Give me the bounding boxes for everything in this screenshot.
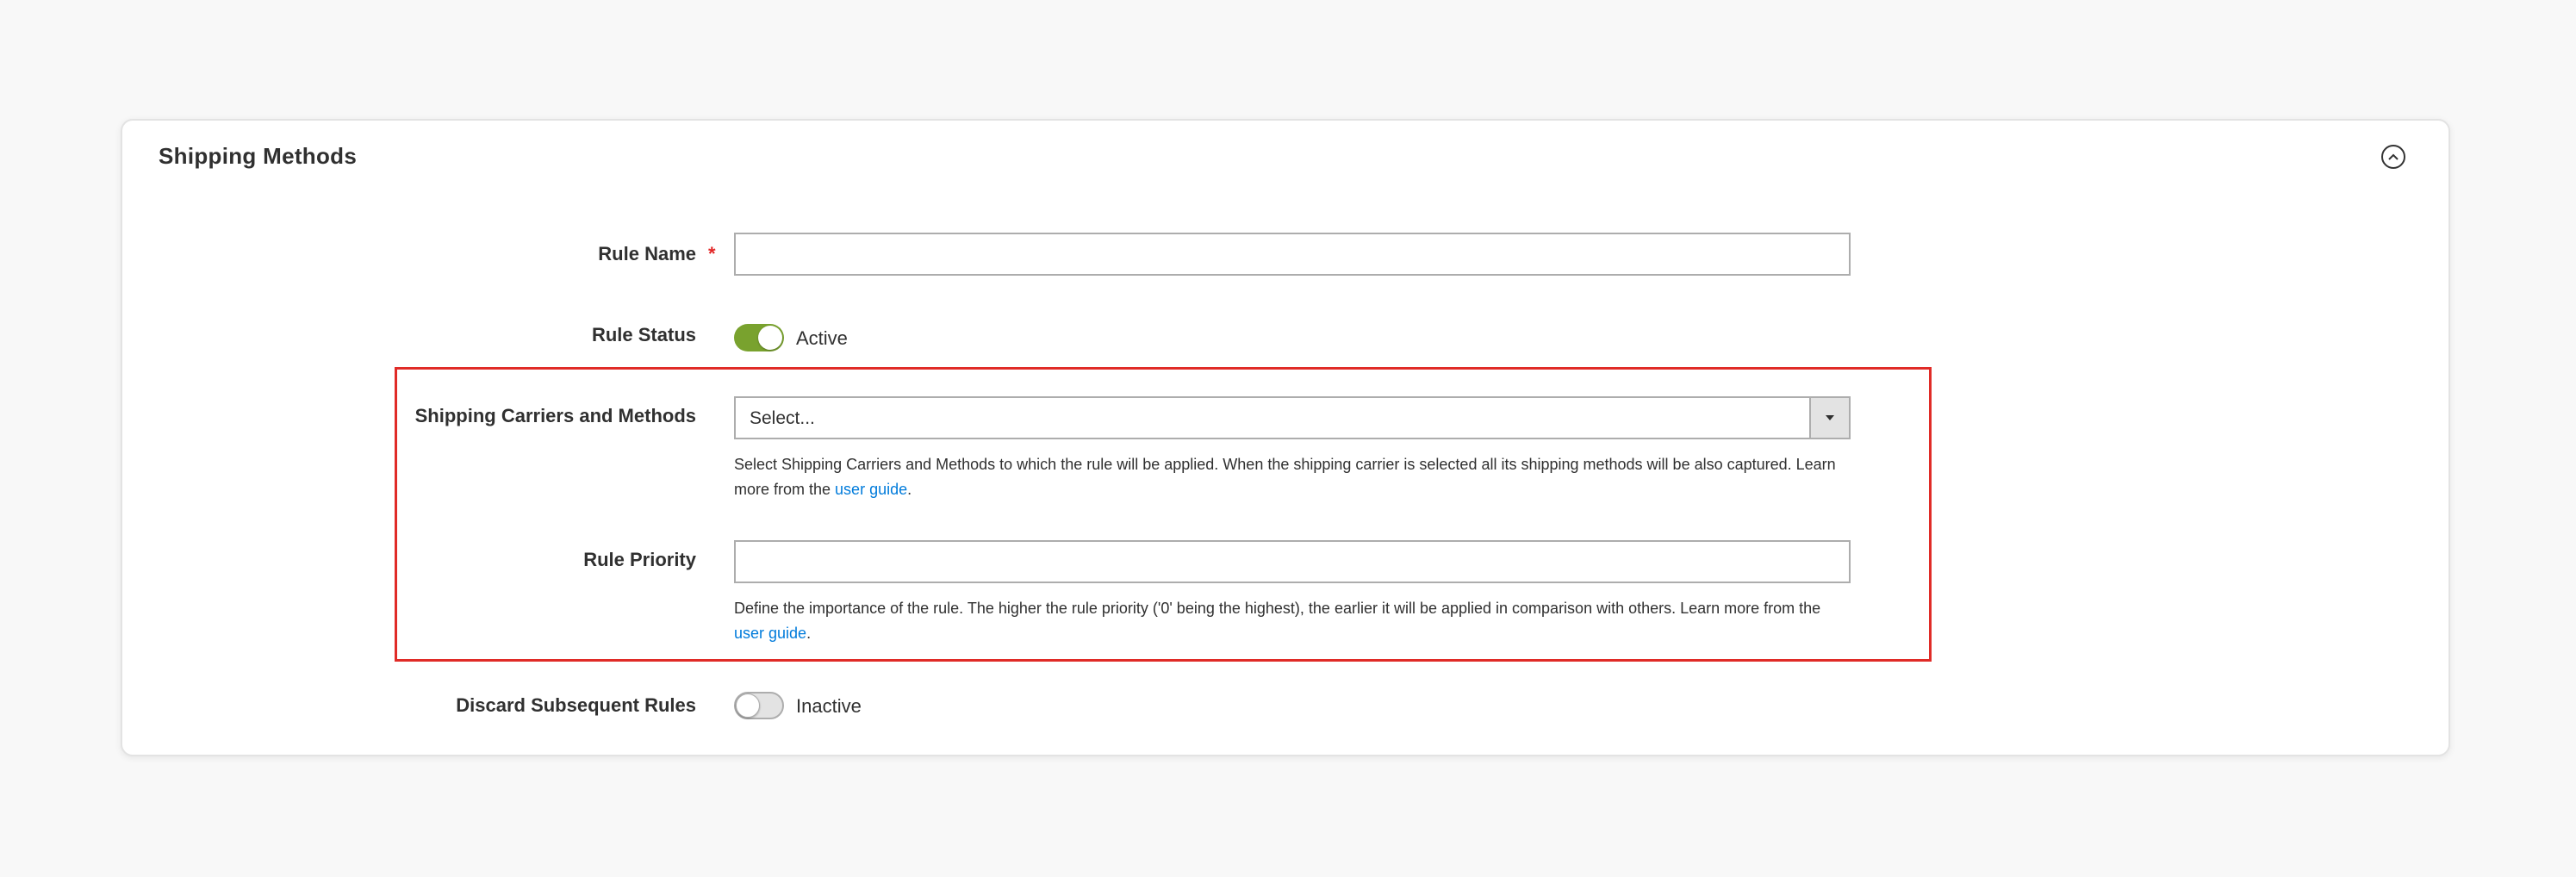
note-end: . [806, 625, 812, 642]
toggle-knob [758, 326, 782, 350]
discard-rules-text: Inactive [796, 695, 862, 717]
note-end: . [907, 481, 912, 498]
collapse-button[interactable] [2381, 145, 2405, 169]
discard-rules-label: Discard Subsequent Rules [456, 694, 696, 716]
user-guide-link[interactable]: user guide [835, 481, 907, 498]
rule-name-input[interactable] [734, 233, 1851, 276]
shipping-carriers-label: Shipping Carriers and Methods [414, 405, 696, 426]
rule-priority-input[interactable] [734, 540, 1851, 583]
note-text: Define the importance of the rule. The h… [734, 600, 1821, 617]
required-mark: * [708, 243, 716, 264]
rule-status-label: Rule Status [591, 324, 696, 345]
select-arrow-button[interactable] [1809, 398, 1849, 438]
discard-rules-toggle[interactable] [734, 692, 784, 719]
caret-down-icon [1826, 415, 1834, 420]
rule-priority-label: Rule Priority [583, 549, 696, 570]
panel-title: Shipping Methods [159, 143, 358, 169]
shipping-carriers-select[interactable]: Select... [734, 396, 1851, 439]
select-placeholder: Select... [750, 408, 815, 428]
toggle-knob [736, 694, 760, 718]
rule-name-label: Rule Name [598, 243, 696, 264]
rule-status-toggle[interactable] [734, 324, 784, 351]
rule-status-text: Active [796, 327, 848, 349]
shipping-carriers-note: Select Shipping Carriers and Methods to … [734, 452, 1854, 502]
chevron-up-circle-icon [2388, 153, 2399, 160]
user-guide-link[interactable]: user guide [734, 625, 806, 642]
rule-priority-note: Define the importance of the rule. The h… [734, 596, 1854, 646]
